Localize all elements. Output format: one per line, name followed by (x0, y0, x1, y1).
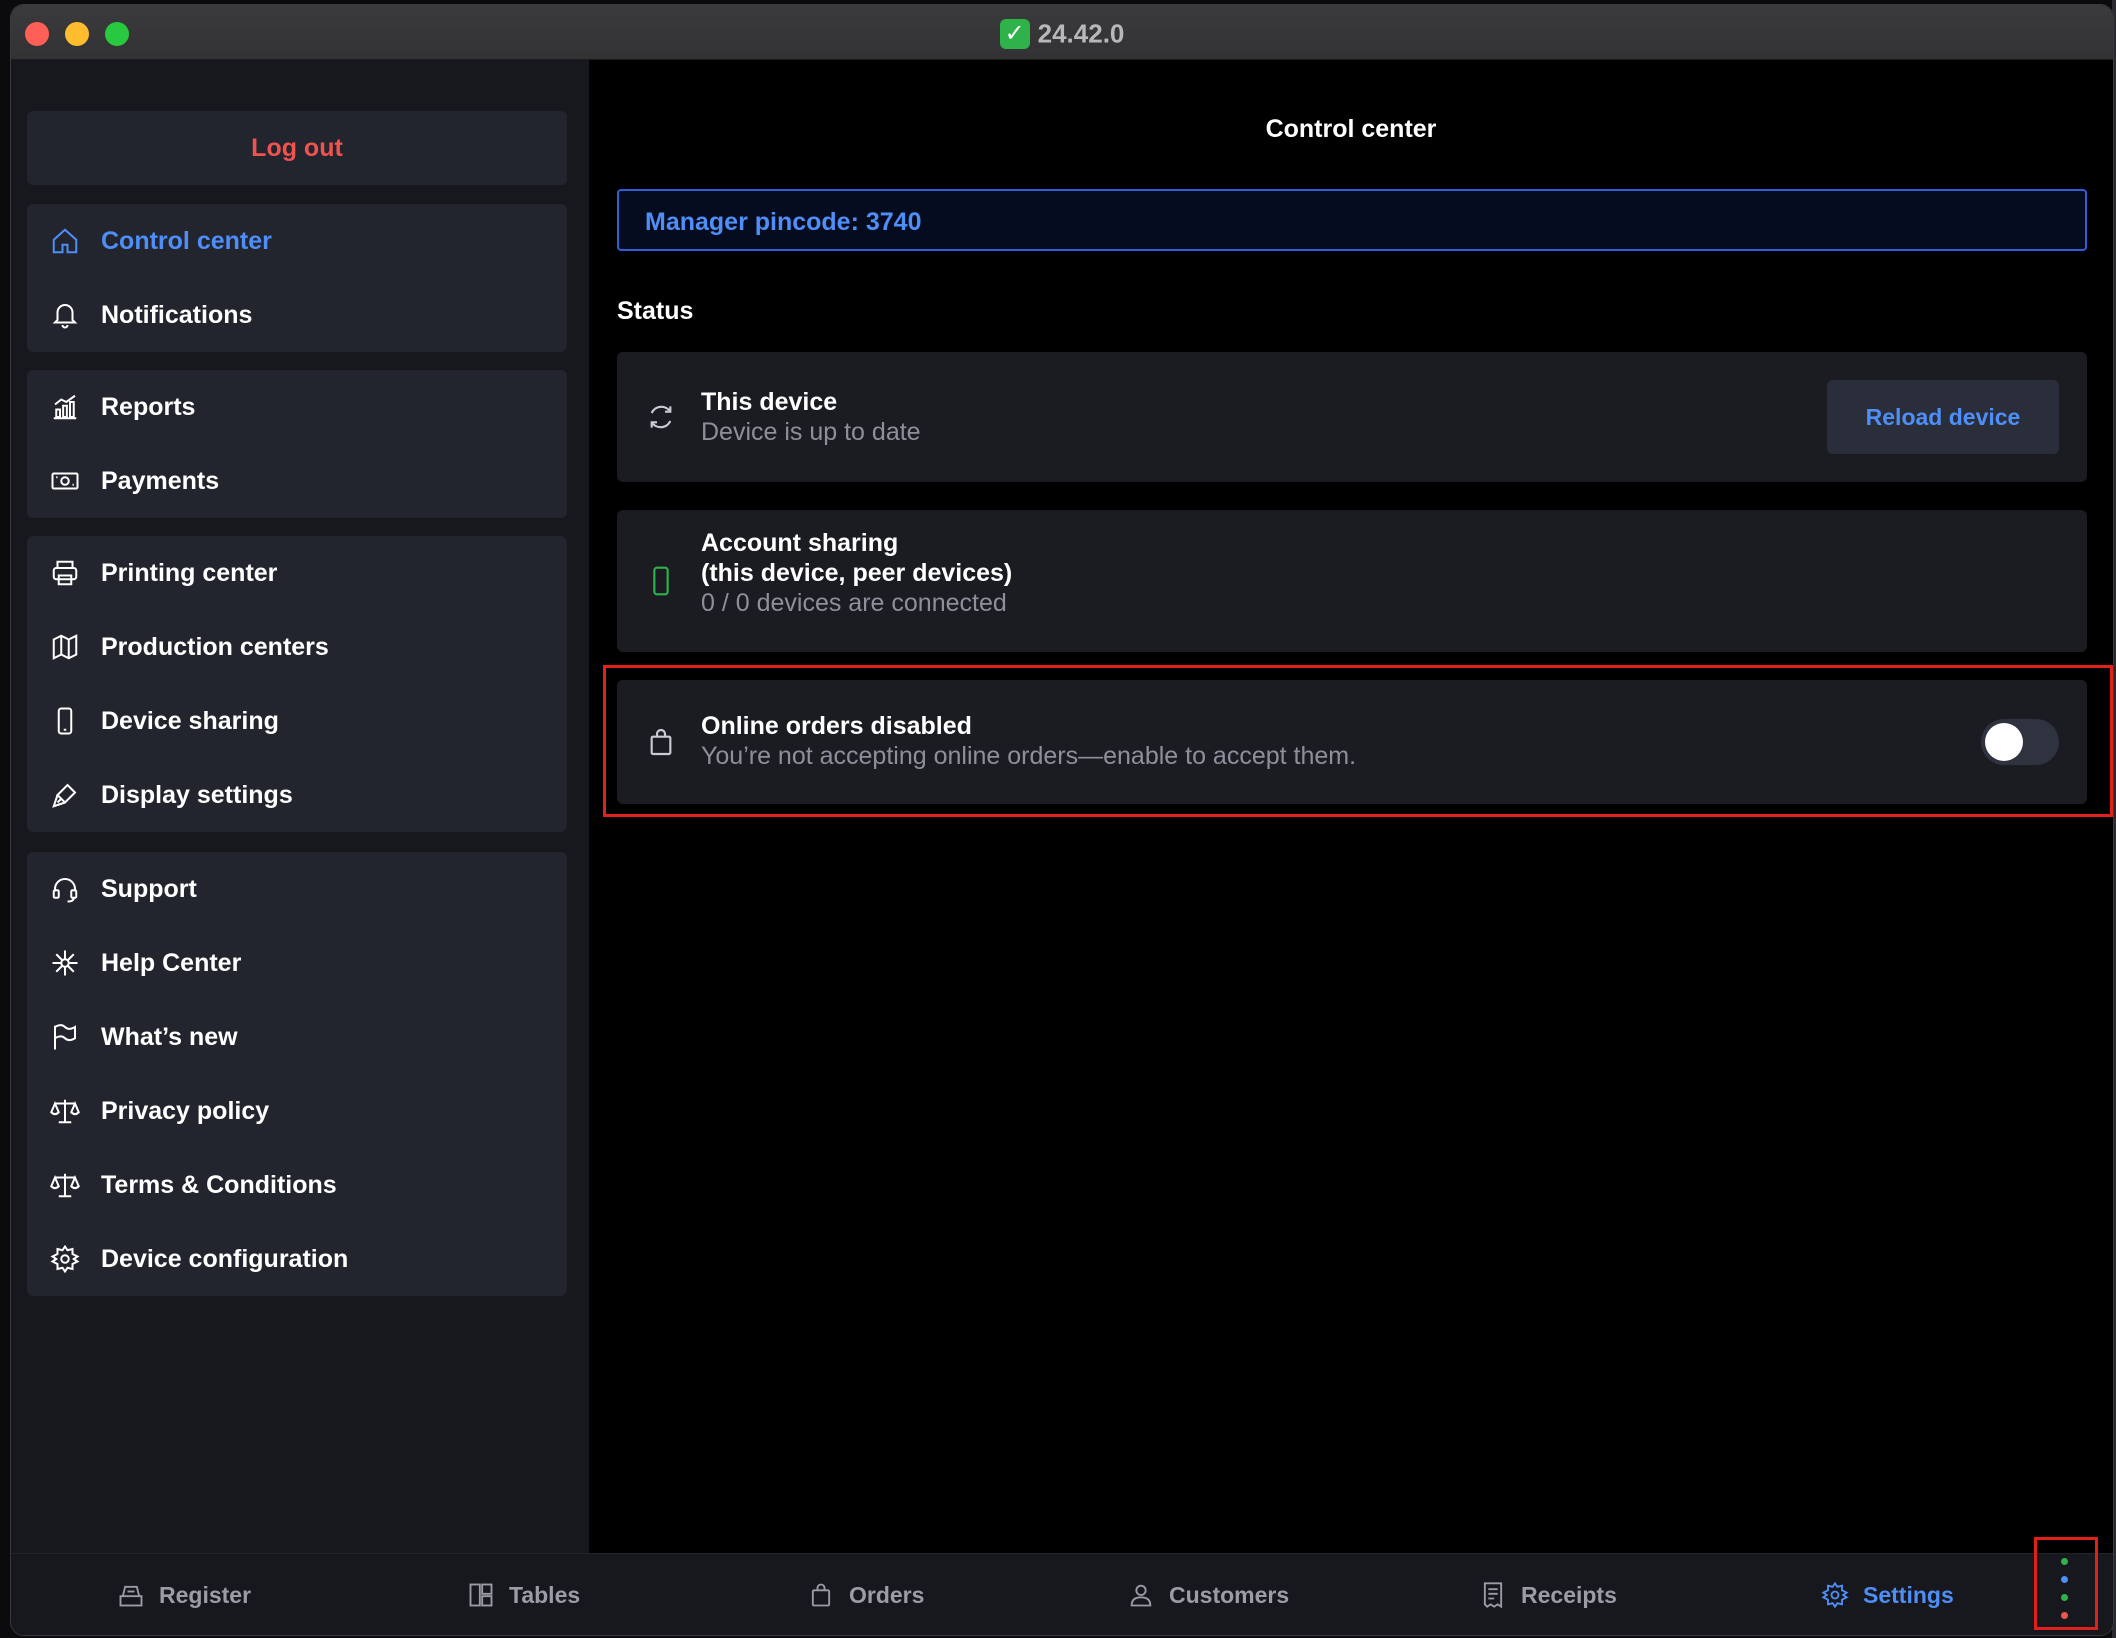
receipt-icon (1483, 1582, 1503, 1609)
tables-icon (469, 1583, 493, 1607)
tab-receipts[interactable]: Receipts (1479, 1554, 1617, 1635)
highlight-box (603, 665, 2113, 817)
tab-label: Tables (509, 1581, 581, 1608)
bottom-tab-bar: Register Tables Orders Customers Receipt… (11, 1553, 2113, 1635)
manager-pincode-banner: Manager pincode: 3740 (617, 189, 2087, 251)
app-window: ✓ 24.42.0 Log out Control center Notifica… (10, 4, 2114, 1636)
card-title-line2: (this device, peer devices) (701, 559, 1013, 587)
sidebar-item-label: What’s new (101, 1022, 238, 1051)
flag-icon (49, 1021, 81, 1053)
bag-icon (811, 1583, 831, 1607)
sidebar-item-label: Reports (101, 392, 196, 421)
reload-device-button[interactable]: Reload device (1827, 380, 2059, 454)
tab-label: Receipts (1521, 1581, 1617, 1608)
check-mark-icon: ✓ (999, 19, 1030, 50)
headset-icon (49, 873, 81, 905)
sidebar-item-help-center[interactable]: Help Center (27, 926, 567, 1000)
sidebar-item-payments[interactable]: Payments (27, 444, 567, 518)
sidebar-group-main: Control center Notifications (27, 204, 567, 352)
tab-orders[interactable]: Orders (807, 1554, 925, 1635)
sidebar-item-control-center[interactable]: Control center (27, 204, 567, 278)
status-dot (2061, 1594, 2068, 1601)
this-device-card: This device Device is up to date Reload … (617, 352, 2087, 482)
sidebar-item-label: Production centers (101, 632, 329, 661)
sidebar-item-label: Payments (101, 466, 220, 495)
sidebar-item-label: Device configuration (101, 1244, 349, 1273)
sidebar-item-notifications[interactable]: Notifications (27, 278, 567, 352)
card-subtitle: 0 / 0 devices are connected (701, 589, 1007, 617)
sidebar-item-display-settings[interactable]: Display settings (27, 758, 567, 832)
sidebar-item-label: Display settings (101, 780, 293, 809)
sidebar-item-support[interactable]: Support (27, 852, 567, 926)
main-content: Control center Manager pincode: 3740 Sta… (589, 60, 2113, 1553)
card-title: Account sharing (701, 529, 899, 557)
gear-icon (49, 1243, 81, 1275)
account-sharing-card: Account sharing (this device, peer devic… (617, 510, 2087, 652)
sidebar-item-whats-new[interactable]: What’s new (27, 1000, 567, 1074)
logout-button[interactable]: Log out (27, 111, 567, 185)
sidebar-item-label: Printing center (101, 558, 278, 587)
sidebar-item-label: Device sharing (101, 706, 279, 735)
sidebar-group-finance: Reports Payments (27, 370, 567, 518)
sidebar-item-label: Support (101, 874, 197, 903)
card-subtitle: Device is up to date (701, 418, 921, 446)
sidebar-item-reports[interactable]: Reports (27, 370, 567, 444)
sidebar-item-label: Help Center (101, 948, 242, 977)
sidebar-item-printing-center[interactable]: Printing center (27, 536, 567, 610)
status-dot (2061, 1558, 2068, 1565)
tab-label: Customers (1169, 1581, 1290, 1608)
scale-icon (49, 1095, 81, 1127)
sidebar-item-device-sharing[interactable]: Device sharing (27, 684, 567, 758)
sidebar-item-privacy-policy[interactable]: Privacy policy (27, 1074, 567, 1148)
more-menu-button[interactable] (2034, 1537, 2098, 1630)
sidebar-item-label: Control center (101, 226, 272, 255)
status-heading: Status (617, 297, 694, 325)
tab-register[interactable]: Register (117, 1554, 252, 1635)
sync-icon (645, 401, 677, 433)
register-icon (119, 1585, 143, 1607)
card-title: This device (701, 388, 838, 416)
page-title: Control center (1265, 115, 1437, 143)
title-bar: ✓ 24.42.0 (11, 5, 2113, 60)
sidebar: Log out Control center Notifications Rep… (11, 60, 589, 1553)
tab-settings[interactable]: Settings (1821, 1554, 1954, 1635)
user-icon (1130, 1584, 1152, 1607)
home-icon (49, 225, 81, 257)
sidebar-item-device-configuration[interactable]: Device configuration (27, 1222, 567, 1296)
sparkle-icon (49, 947, 81, 979)
sidebar-item-production-centers[interactable]: Production centers (27, 610, 567, 684)
tab-customers[interactable]: Customers (1127, 1554, 1290, 1635)
tab-tables[interactable]: Tables (467, 1554, 581, 1635)
sidebar-item-label: Privacy policy (101, 1096, 270, 1125)
scale-icon (49, 1169, 81, 1201)
phone-icon (645, 565, 677, 597)
window-title: ✓ 24.42.0 (11, 17, 2113, 50)
gear-icon (1821, 1581, 1849, 1609)
sidebar-item-terms-conditions[interactable]: Terms & Conditions (27, 1148, 567, 1222)
background-edge (0, 0, 10, 1638)
sidebar-item-label: Notifications (101, 300, 253, 329)
status-dot (2061, 1576, 2068, 1583)
tab-label: Settings (1863, 1581, 1954, 1608)
tab-label: Orders (849, 1581, 925, 1608)
bell-icon (49, 299, 81, 331)
sidebar-item-label: Terms & Conditions (101, 1170, 337, 1199)
sidebar-group-help: Support Help Center What’s new Privacy p… (27, 852, 567, 1296)
status-dot (2061, 1612, 2068, 1619)
chart-icon (49, 391, 81, 423)
map-icon (49, 631, 81, 663)
sidebar-group-devices: Printing center Production centers Devic… (27, 536, 567, 832)
printer-icon (49, 557, 81, 589)
tab-label: Register (159, 1581, 252, 1608)
cash-icon (49, 465, 81, 497)
brush-icon (49, 779, 81, 811)
phone-icon (49, 705, 81, 737)
